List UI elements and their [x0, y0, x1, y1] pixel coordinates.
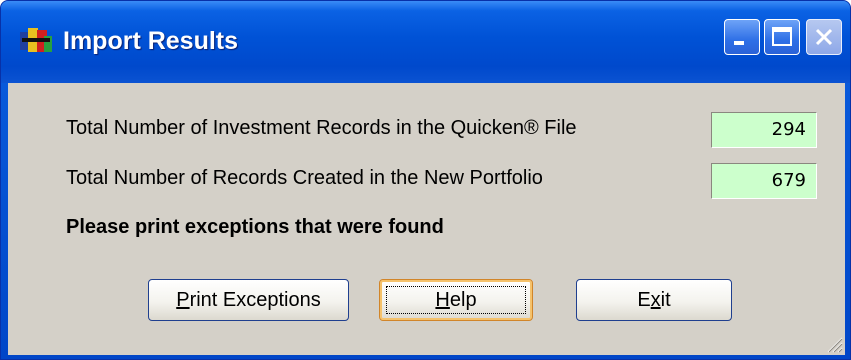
minimize-icon: [734, 41, 744, 45]
help-label: Help: [435, 289, 477, 311]
exit-button[interactable]: Exit: [576, 279, 732, 321]
close-button[interactable]: [806, 19, 842, 55]
investment-records-label: Total Number of Investment Records in th…: [66, 117, 577, 139]
exit-label: Exit: [637, 289, 671, 311]
dialog-body: Total Number of Investment Records in th…: [8, 83, 845, 355]
title-bar[interactable]: Import Results: [1, 1, 850, 83]
maximize-button[interactable]: [764, 19, 800, 55]
print-exceptions-button[interactable]: Print Exceptions: [148, 279, 349, 321]
investment-records-value: 294: [711, 112, 817, 148]
maximize-icon: [772, 27, 792, 46]
resize-grip-icon[interactable]: [825, 335, 843, 353]
print-exceptions-label: Print Exceptions: [176, 289, 321, 311]
help-button[interactable]: Help: [379, 279, 533, 321]
window-title: Import Results: [63, 27, 239, 55]
records-created-label: Total Number of Records Created in the N…: [66, 167, 543, 189]
app-logo-icon: [19, 26, 53, 56]
exceptions-note: Please print exceptions that were found: [66, 216, 444, 238]
close-icon: [815, 28, 833, 46]
records-created-value: 679: [711, 163, 817, 199]
minimize-button[interactable]: [724, 19, 760, 55]
import-results-window: Import Results Total Number of Investmen…: [0, 0, 851, 360]
